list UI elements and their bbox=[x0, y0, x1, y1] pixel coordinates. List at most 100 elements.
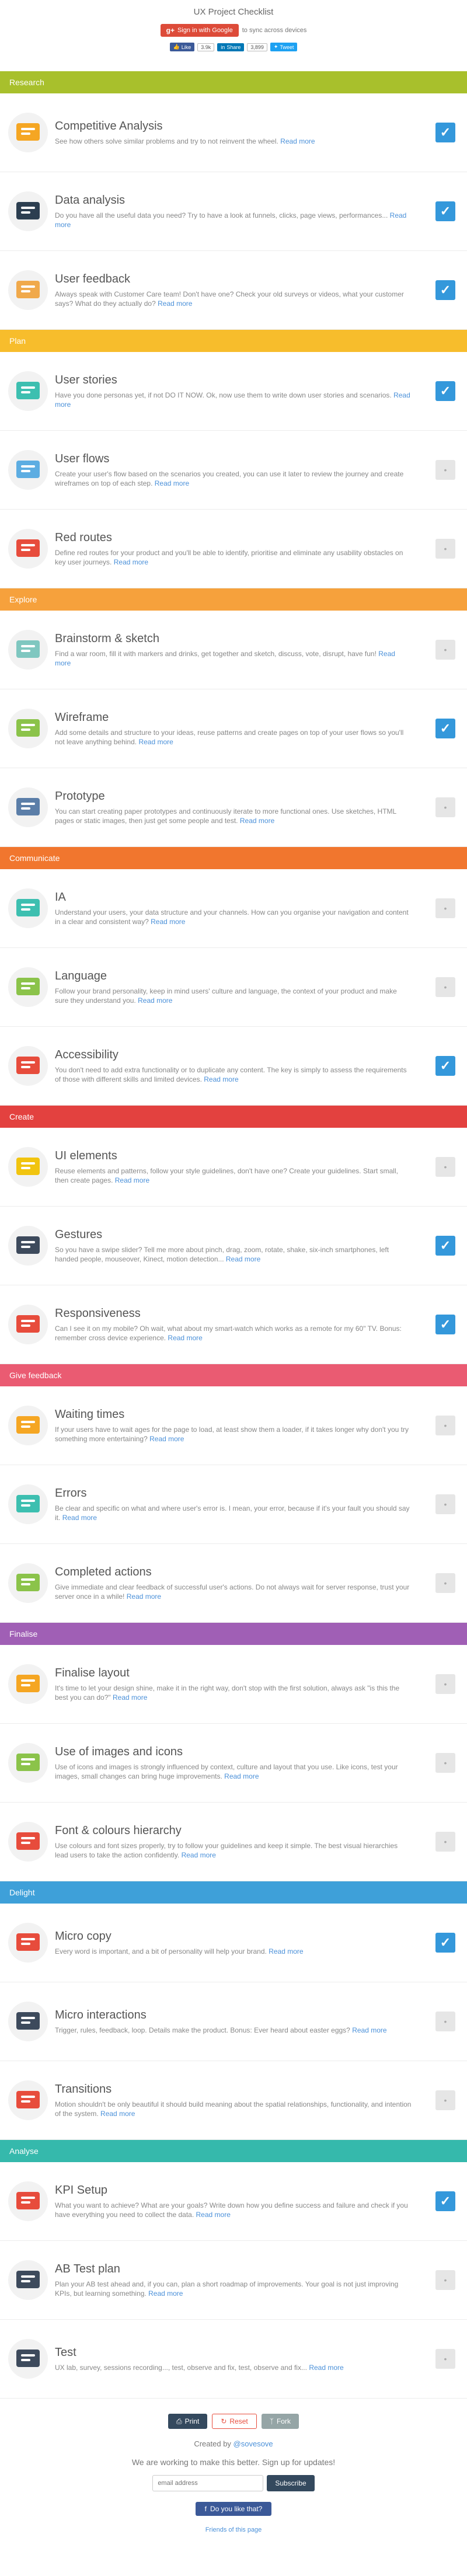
item-checkbox[interactable]: • bbox=[435, 460, 455, 480]
item-checkbox[interactable]: • bbox=[435, 2270, 455, 2290]
facebook-like-button[interactable]: 👍 Like bbox=[169, 43, 195, 51]
checkmark-icon: ✓ bbox=[440, 1058, 451, 1073]
unchecked-dot-icon: • bbox=[444, 1679, 447, 1689]
subscribe-button[interactable]: Subscribe bbox=[267, 2475, 315, 2491]
item-checkbox[interactable]: ✓ bbox=[435, 201, 455, 221]
read-more-link[interactable]: Read more bbox=[204, 1075, 238, 1083]
linkedin-share-button[interactable]: in Share bbox=[217, 43, 245, 51]
item-body: Use of images and icons Use of icons and … bbox=[55, 1745, 435, 1781]
print-label: Print bbox=[184, 2417, 200, 2425]
item-title: AB Test plan bbox=[55, 2262, 120, 2275]
unchecked-dot-icon: • bbox=[444, 2275, 447, 2285]
google-signin-button[interactable]: g+ Sign in with Google bbox=[160, 24, 239, 37]
author-link[interactable]: @sovesove bbox=[234, 2439, 273, 2448]
item-checkbox[interactable]: • bbox=[435, 539, 455, 559]
item-checkbox[interactable]: ✓ bbox=[435, 381, 455, 401]
sitemap-icon bbox=[8, 888, 48, 928]
item-body: Font & colours hierarchy Use colours and … bbox=[55, 1824, 435, 1860]
like-button[interactable]: f Do you like that? bbox=[195, 2502, 272, 2516]
item-description: Follow your brand personality, keep in m… bbox=[55, 987, 412, 1005]
item-description: See how others solve similar problems an… bbox=[55, 137, 412, 146]
reset-button[interactable]: ↻ Reset bbox=[212, 2414, 257, 2429]
item-checkbox[interactable]: • bbox=[435, 1416, 455, 1435]
section-header: Delight bbox=[0, 1881, 467, 1904]
item-checkbox[interactable]: • bbox=[435, 898, 455, 918]
read-more-link[interactable]: Read more bbox=[100, 2110, 135, 2118]
read-more-link[interactable]: Read more bbox=[226, 1255, 260, 1263]
item-title: User feedback bbox=[55, 272, 130, 285]
item-checkbox[interactable]: • bbox=[435, 1494, 455, 1514]
item-checkbox[interactable]: ✓ bbox=[435, 280, 455, 300]
coffee-cup-icon bbox=[8, 630, 48, 670]
item-description: Have you done personas yet, if not DO IT… bbox=[55, 391, 412, 409]
read-more-link[interactable]: Read more bbox=[196, 2211, 231, 2219]
read-more-link[interactable]: Read more bbox=[114, 558, 148, 566]
layout-icon bbox=[8, 1664, 48, 1704]
read-more-link[interactable]: Read more bbox=[168, 1334, 202, 1342]
item-checkbox[interactable]: • bbox=[435, 640, 455, 660]
read-more-link[interactable]: Read more bbox=[269, 1947, 303, 1955]
read-more-link[interactable]: Read more bbox=[149, 1435, 184, 1443]
checkmark-icon: ✓ bbox=[440, 721, 451, 735]
section-header: Create bbox=[0, 1106, 467, 1128]
checklist-item: Micro interactions Trigger, rules, feedba… bbox=[0, 1982, 467, 2061]
read-more-link[interactable]: Read more bbox=[155, 479, 189, 487]
item-body: Red routes Define red routes for your pro… bbox=[55, 531, 435, 567]
item-checkbox[interactable]: • bbox=[435, 2349, 455, 2369]
item-checkbox[interactable]: • bbox=[435, 1157, 455, 1177]
section-header: Research bbox=[0, 71, 467, 93]
read-more-link[interactable]: Read more bbox=[113, 1693, 147, 1702]
item-checkbox[interactable]: ✓ bbox=[435, 123, 455, 142]
unchecked-dot-icon: • bbox=[444, 982, 447, 992]
error-icon bbox=[8, 1484, 48, 1524]
item-title: Use of images and icons bbox=[55, 1745, 183, 1758]
item-description: Find a war room, fill it with markers an… bbox=[55, 649, 412, 668]
read-more-link[interactable]: Read more bbox=[309, 2364, 343, 2372]
friends-link[interactable]: Friends of this page bbox=[0, 2526, 467, 2533]
read-more-link[interactable]: Read more bbox=[148, 2289, 183, 2298]
item-checkbox[interactable]: • bbox=[435, 2090, 455, 2110]
item-checkbox[interactable]: • bbox=[435, 1573, 455, 1593]
item-checkbox[interactable]: ✓ bbox=[435, 1056, 455, 1076]
fork-button[interactable]: ᛉ Fork bbox=[261, 2414, 299, 2429]
item-checkbox[interactable]: • bbox=[435, 977, 455, 997]
read-more-link[interactable]: Read more bbox=[151, 918, 185, 926]
item-checkbox[interactable]: ✓ bbox=[435, 719, 455, 738]
read-more-link[interactable]: Read more bbox=[240, 817, 274, 825]
read-more-link[interactable]: Read more bbox=[158, 299, 192, 308]
checklist-item: Competitive Analysis See how others solve… bbox=[0, 93, 467, 172]
item-description: UX lab, survey, sessions recording..., t… bbox=[55, 2363, 412, 2372]
item-description-text: Have you done personas yet, if not DO IT… bbox=[55, 391, 392, 399]
item-checkbox[interactable]: ✓ bbox=[435, 1236, 455, 1256]
tweet-button[interactable]: ✦ Tweet bbox=[270, 43, 298, 51]
interaction-icon bbox=[8, 2002, 48, 2041]
read-more-link[interactable]: Read more bbox=[182, 1851, 216, 1859]
read-more-link[interactable]: Read more bbox=[115, 1176, 149, 1184]
item-checkbox[interactable]: ✓ bbox=[435, 2191, 455, 2211]
typewriter-icon bbox=[8, 967, 48, 1007]
twitter-icon: ✦ bbox=[273, 44, 278, 50]
prototype-icon bbox=[8, 787, 48, 827]
read-more-link[interactable]: Read more bbox=[127, 1592, 161, 1601]
item-checkbox[interactable]: • bbox=[435, 1753, 455, 1773]
read-more-link[interactable]: Read more bbox=[62, 1514, 97, 1522]
item-checkbox[interactable]: ✓ bbox=[435, 1933, 455, 1953]
checklist-item: Data analysis Do you have all the useful … bbox=[0, 172, 467, 251]
email-input[interactable] bbox=[152, 2475, 264, 2491]
item-checkbox[interactable]: • bbox=[435, 797, 455, 817]
item-checkbox[interactable]: • bbox=[435, 1832, 455, 1852]
print-button[interactable]: ⎙ Print bbox=[168, 2414, 208, 2429]
read-more-link[interactable]: Read more bbox=[352, 2026, 386, 2034]
item-checkbox[interactable]: • bbox=[435, 1674, 455, 1694]
read-more-link[interactable]: Read more bbox=[138, 996, 172, 1005]
item-checkbox[interactable]: ✓ bbox=[435, 1315, 455, 1334]
item-title: Brainstorm & sketch bbox=[55, 632, 159, 645]
item-body: Transitions Motion shouldn't be only beau… bbox=[55, 2083, 435, 2118]
read-more-link[interactable]: Read more bbox=[224, 1772, 259, 1780]
wireframe-icon bbox=[8, 709, 48, 748]
read-more-link[interactable]: Read more bbox=[280, 137, 315, 145]
read-more-link[interactable]: Read more bbox=[138, 738, 173, 746]
item-checkbox[interactable]: • bbox=[435, 2012, 455, 2031]
footer: ⎙ Print ↻ Reset ᛉ Fork Created by @soves… bbox=[0, 2399, 467, 2576]
item-body: Waiting times If your users have to wait … bbox=[55, 1408, 435, 1444]
